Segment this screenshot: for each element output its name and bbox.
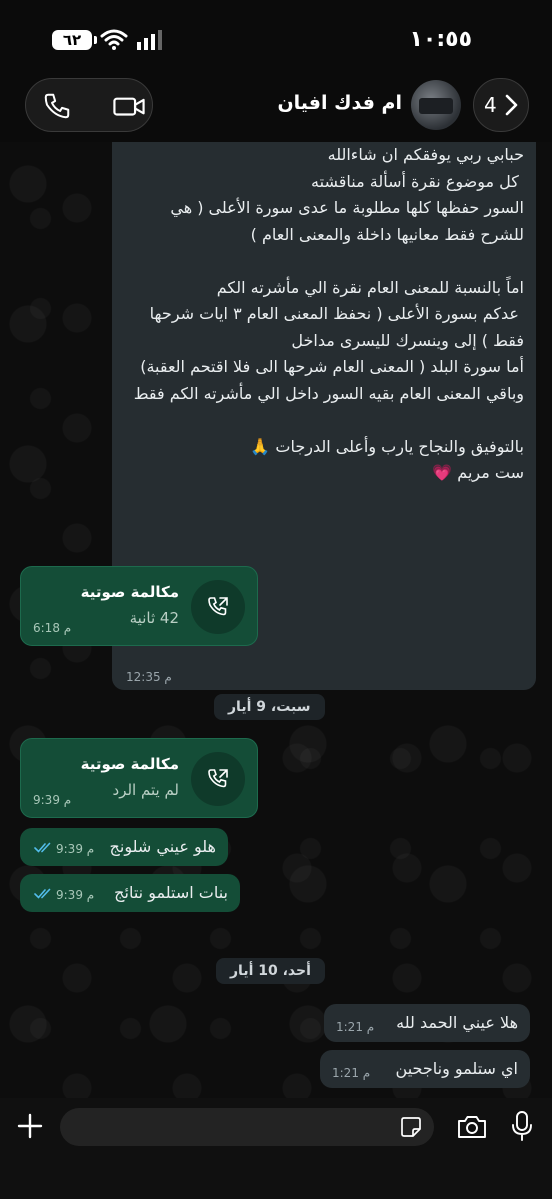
plus-icon[interactable] xyxy=(16,1112,44,1140)
message-text: حبابي ربي يوفقكم ان شاءالله كل موضوع نقر… xyxy=(133,145,524,482)
back-button[interactable]: 4 xyxy=(473,78,529,132)
camera-icon[interactable] xyxy=(456,1114,488,1140)
call-title: مكالمة صوتية xyxy=(80,583,179,601)
contact-name[interactable]: ام فدك افيان xyxy=(277,92,402,114)
message-time: 12:35 م xyxy=(126,670,172,684)
message-input[interactable] xyxy=(60,1108,434,1146)
composer-bar xyxy=(0,1098,552,1199)
sticker-icon[interactable] xyxy=(400,1116,422,1138)
message-outgoing[interactable]: هلو عيني شلونج 9:39 م xyxy=(20,828,228,866)
date-separator: أحد، 10 أيار xyxy=(216,958,325,984)
call-actions xyxy=(25,78,153,132)
message-text: هلا عيني الحمد لله xyxy=(396,1013,518,1032)
double-check-icon xyxy=(34,888,51,899)
outgoing-call-icon xyxy=(191,752,245,806)
signal-icon xyxy=(137,30,162,50)
message-incoming[interactable]: اي ستلمو وناجحين 1:21 م xyxy=(320,1050,530,1088)
call-status: لم يتم الرد xyxy=(112,781,179,799)
wifi-icon xyxy=(100,29,128,50)
message-outgoing[interactable]: بنات استلمو نتائج 9:39 م xyxy=(20,874,240,912)
chat-header: ام فدك افيان 4 xyxy=(0,72,552,142)
chevron-icon xyxy=(505,94,518,116)
message-time: 9:39 م xyxy=(33,793,72,807)
date-separator: سبت، 9 أيار xyxy=(214,694,325,720)
call-title: مكالمة صوتية xyxy=(80,755,179,773)
avatar[interactable] xyxy=(411,80,461,130)
call-duration: 42 ثانية xyxy=(129,609,179,627)
message-text: بنات استلمو نتائج xyxy=(114,883,228,902)
double-check-icon xyxy=(34,842,51,853)
status-bar: ٦٢ ١٠:٥٥ xyxy=(0,0,552,72)
message-text: اي ستلمو وناجحين xyxy=(395,1059,518,1078)
clock: ١٠:٥٥ xyxy=(409,27,472,52)
message-time: 1:21 م xyxy=(332,1066,371,1080)
call-card-outgoing[interactable]: مكالمة صوتية لم يتم الرد 9:39 م xyxy=(20,738,258,818)
mic-icon[interactable] xyxy=(510,1110,534,1142)
phone-icon[interactable] xyxy=(42,91,72,121)
message-time: 9:39 م xyxy=(56,888,95,902)
message-text: هلو عيني شلونج xyxy=(109,837,216,856)
message-time: 1:21 م xyxy=(336,1020,375,1034)
call-card-outgoing[interactable]: مكالمة صوتية 42 ثانية 6:18 م xyxy=(20,566,258,646)
chat-area[interactable]: حبابي ربي يوفقكم ان شاءالله كل موضوع نقر… xyxy=(0,142,552,1098)
battery-indicator: ٦٢ xyxy=(52,30,97,50)
outgoing-call-icon xyxy=(191,580,245,634)
message-time: 9:39 م xyxy=(56,842,95,856)
video-icon[interactable] xyxy=(112,91,146,121)
unread-count: 4 xyxy=(484,93,497,117)
message-time: 6:18 م xyxy=(33,621,72,635)
message-incoming[interactable]: هلا عيني الحمد لله 1:21 م xyxy=(324,1004,530,1042)
